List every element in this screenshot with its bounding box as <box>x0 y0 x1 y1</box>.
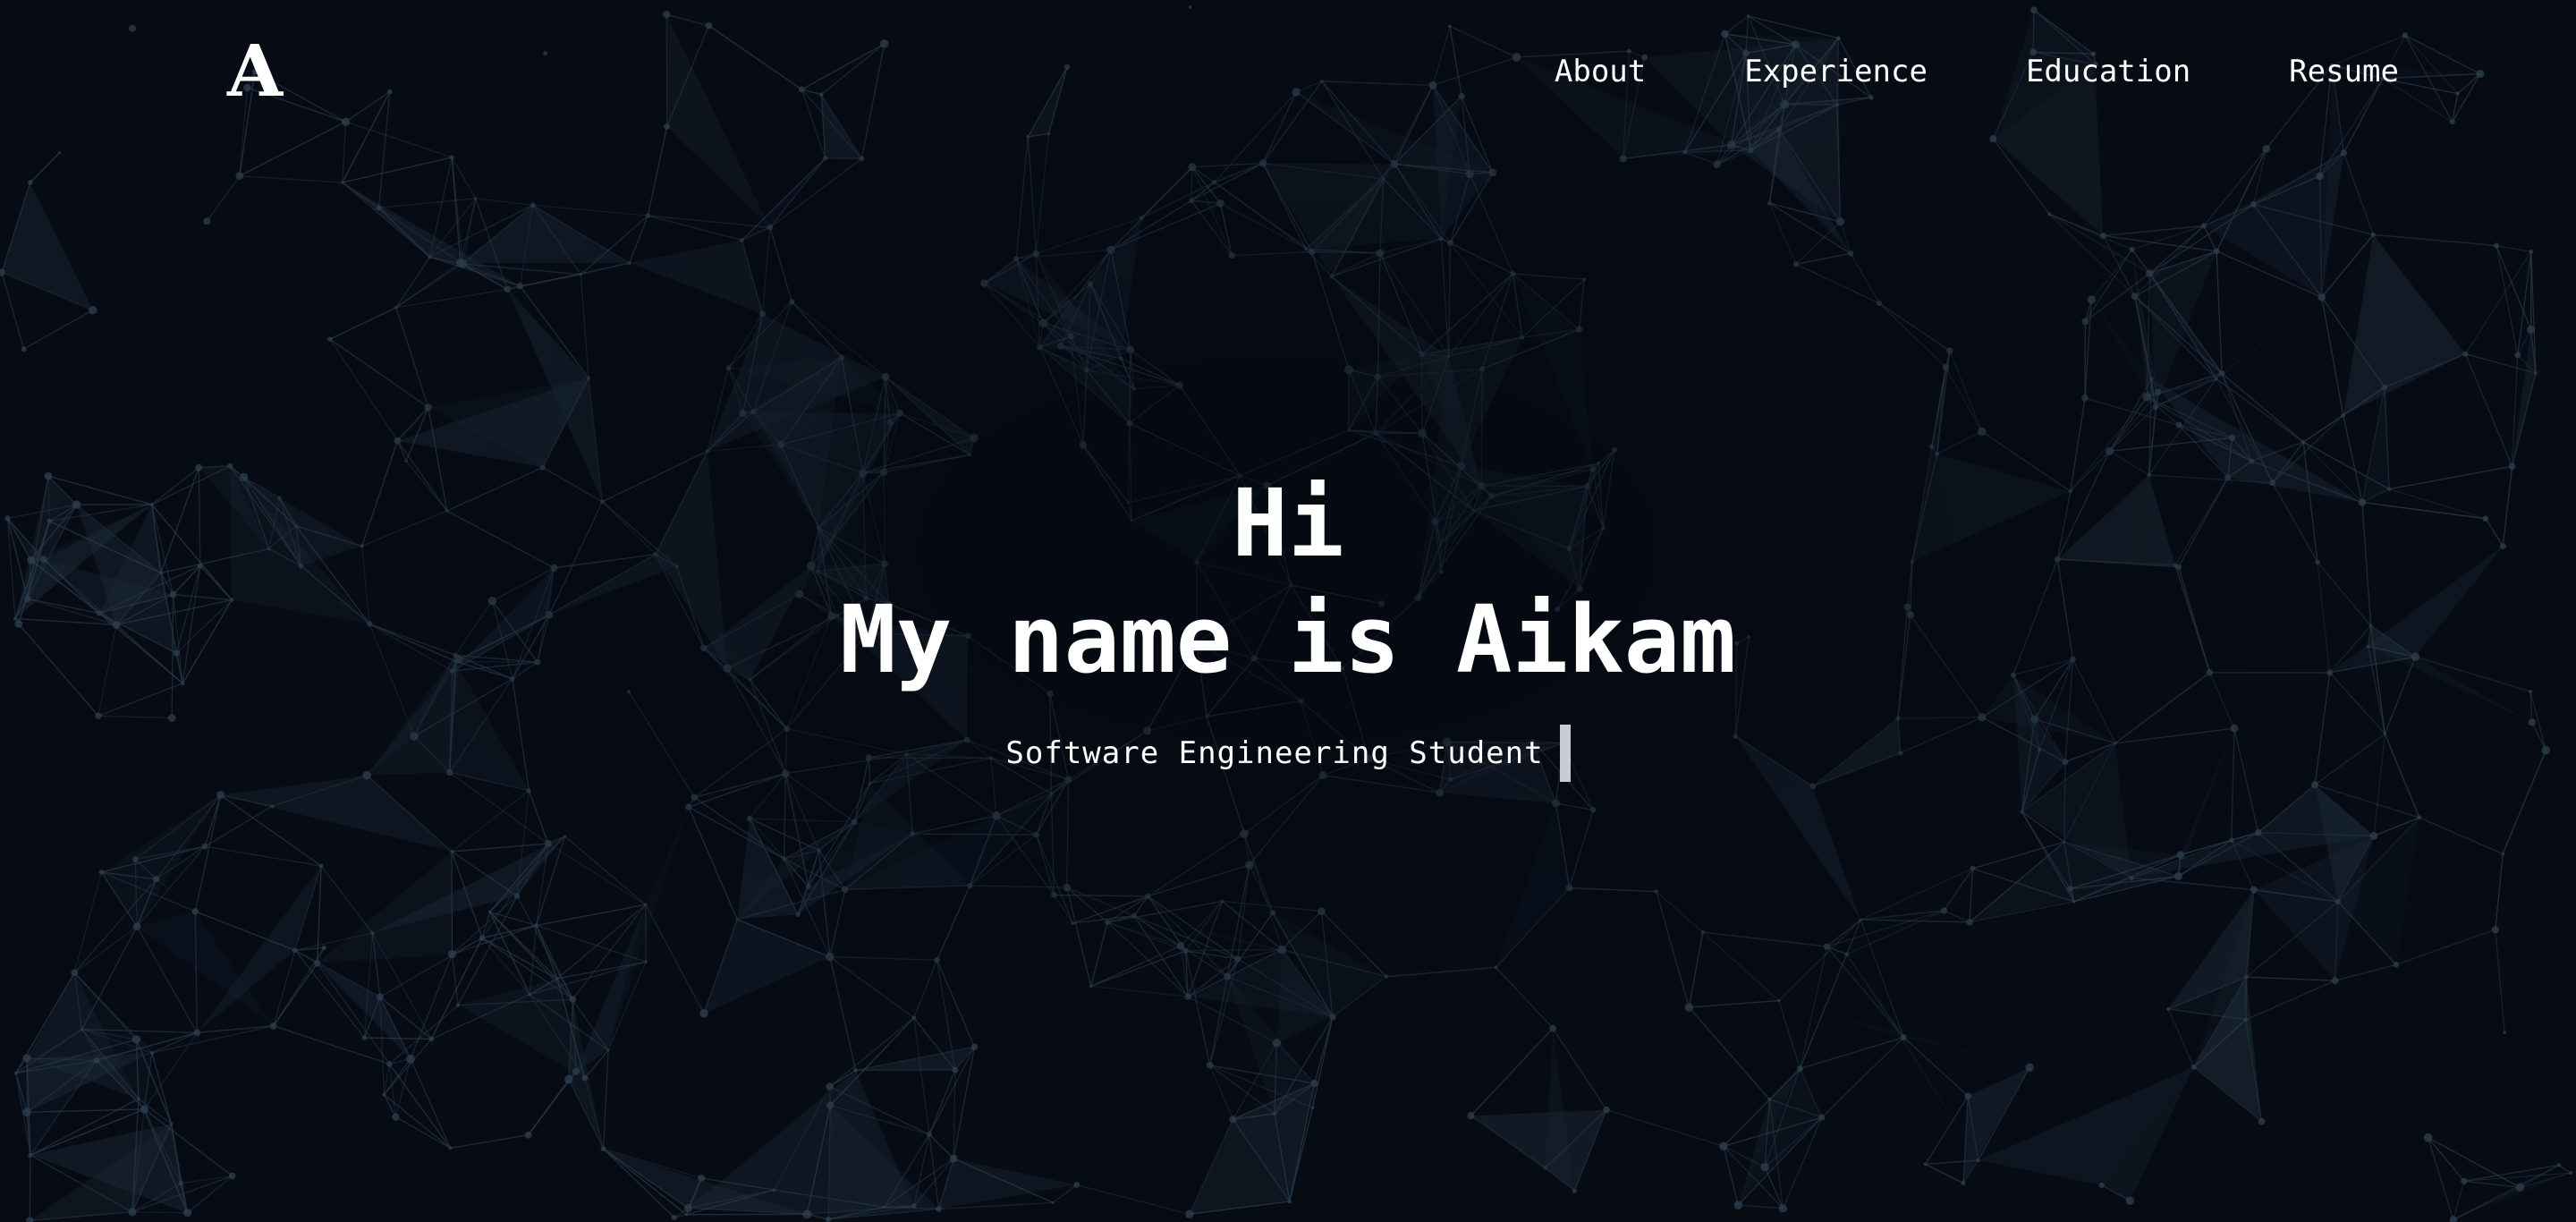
nav-link-education[interactable]: Education <box>2026 50 2190 93</box>
site-logo[interactable]: A <box>227 30 283 111</box>
hero-subtitle-row: Software Engineering Student <box>0 725 2576 782</box>
typing-cursor <box>1559 725 1571 782</box>
hero-name: My name is Aikam <box>840 585 1736 694</box>
hero-greeting: Hi <box>1232 469 1344 578</box>
nav-link-experience[interactable]: Experience <box>1744 50 1928 93</box>
navbar: A About Experience Education Resume <box>0 0 2576 143</box>
nav-link-resume[interactable]: Resume <box>2289 50 2399 93</box>
hero-subtitle: Software Engineering Student <box>1005 735 1544 771</box>
nav-links: About Experience Education Resume <box>1456 50 2399 93</box>
hero-section: Hi My name is Aikam Software Engineering… <box>0 465 2576 782</box>
nav-link-about[interactable]: About <box>1555 50 1646 93</box>
